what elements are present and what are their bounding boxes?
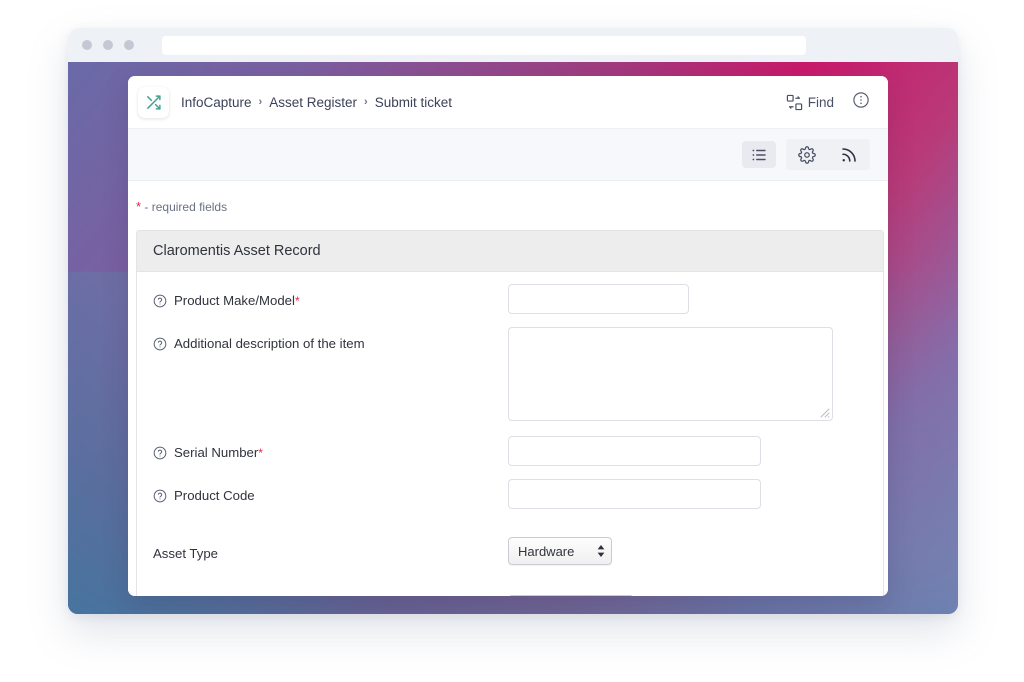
- additional-description-textarea[interactable]: [508, 327, 833, 421]
- gear-icon: [798, 146, 816, 164]
- spacer: [137, 522, 883, 537]
- settings-button[interactable]: [790, 141, 824, 168]
- spacer: [137, 421, 883, 436]
- close-window-button[interactable]: [82, 40, 92, 50]
- spacer: [137, 580, 883, 595]
- field-label-product-code: Product Code: [153, 479, 508, 506]
- field-label-text: Asset Type: [153, 546, 218, 563]
- breadcrumb-item-asset-register[interactable]: Asset Register: [269, 95, 357, 110]
- app-header: InfoCapture › Asset Register › Submit ti…: [128, 76, 888, 129]
- field-label-text: Additional description of the item: [174, 336, 365, 353]
- serial-number-input[interactable]: [508, 436, 761, 466]
- required-note-text: - required fields: [141, 200, 227, 214]
- asset-type-select-value: Hardware: [518, 544, 574, 559]
- record-card: Claromentis Asset Record: [136, 230, 884, 596]
- field-row: Product Make/Model*: [137, 284, 883, 327]
- rss-feed-icon: [840, 146, 858, 164]
- find-label: Find: [808, 95, 834, 110]
- url-bar[interactable]: [162, 36, 806, 55]
- more-options-button[interactable]: [852, 91, 870, 114]
- field-label-department: Department: [153, 595, 508, 596]
- select-arrows-icon: [583, 545, 605, 557]
- field-label-text: Product Code: [174, 488, 255, 505]
- traffic-lights: [82, 40, 134, 50]
- breadcrumb: InfoCapture › Asset Register › Submit ti…: [181, 95, 452, 110]
- shuffle-icon: [145, 94, 162, 111]
- toolbar: [128, 129, 888, 181]
- breadcrumb-item-infocapture[interactable]: InfoCapture: [181, 95, 252, 110]
- field-row: Asset Type Hardware: [137, 537, 883, 580]
- help-icon[interactable]: [153, 294, 167, 311]
- field-label-asset-type: Asset Type: [153, 537, 508, 563]
- field-label-text: Product Make/Model: [174, 293, 295, 308]
- toolbar-secondary-group: [786, 139, 870, 170]
- required-marker: *: [258, 446, 263, 460]
- product-make-model-input[interactable]: [508, 284, 689, 314]
- minimize-window-button[interactable]: [103, 40, 113, 50]
- breadcrumb-separator: ›: [364, 96, 368, 108]
- field-label-serial-number: Serial Number*: [153, 436, 508, 463]
- product-code-input[interactable]: [508, 479, 761, 509]
- department-select[interactable]: Please Select: [508, 595, 634, 596]
- field-label-product-make-model: Product Make/Model*: [153, 284, 508, 311]
- browser-chrome: [68, 28, 958, 62]
- transfer-squares-icon: [786, 94, 803, 111]
- field-label-additional-description: Additional description of the item: [153, 327, 508, 354]
- breadcrumb-item-submit-ticket[interactable]: Submit ticket: [375, 95, 452, 110]
- required-fields-note: * - required fields: [128, 199, 888, 230]
- browser-window: InfoCapture › Asset Register › Submit ti…: [68, 28, 958, 614]
- asset-type-select[interactable]: Hardware: [508, 537, 612, 565]
- resize-handle-icon[interactable]: [820, 408, 830, 418]
- rss-feed-button[interactable]: [832, 141, 866, 168]
- field-row: Additional description of the item: [137, 327, 883, 421]
- record-card-body: Product Make/Model*: [137, 272, 883, 596]
- breadcrumb-separator: ›: [259, 96, 263, 108]
- field-label-text: Serial Number: [174, 445, 258, 460]
- more-vertical-circle-icon: [852, 91, 870, 109]
- help-icon[interactable]: [153, 337, 167, 354]
- header-actions: Find: [786, 91, 870, 114]
- required-marker: *: [295, 294, 300, 308]
- field-row: Serial Number*: [137, 436, 883, 479]
- find-button[interactable]: Find: [786, 94, 834, 111]
- maximize-window-button[interactable]: [124, 40, 134, 50]
- field-row: Product Code: [137, 479, 883, 522]
- list-view-button[interactable]: [742, 141, 776, 168]
- form-body: * - required fields Claromentis Asset Re…: [128, 181, 888, 596]
- field-row: Department Please Select: [137, 595, 883, 596]
- help-icon[interactable]: [153, 446, 167, 463]
- infocapture-logo[interactable]: [138, 87, 169, 118]
- record-card-title: Claromentis Asset Record: [137, 231, 883, 272]
- help-icon[interactable]: [153, 489, 167, 506]
- app-card: InfoCapture › Asset Register › Submit ti…: [128, 76, 888, 596]
- list-view-icon: [750, 146, 768, 164]
